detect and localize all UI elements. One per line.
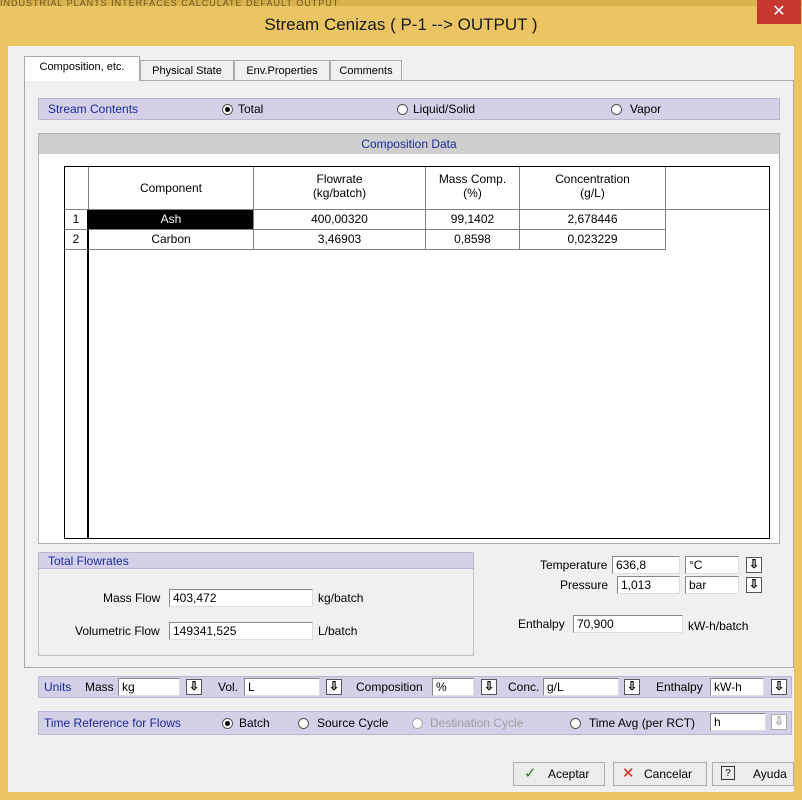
time-unit-select[interactable]: h: [710, 713, 766, 731]
table-cell-concentration[interactable]: 0,023229: [520, 230, 666, 250]
tab-comments[interactable]: Comments: [330, 60, 402, 80]
table-cell-component[interactable]: Carbon: [89, 230, 254, 250]
composition-header: Composition Data: [39, 134, 779, 154]
check-icon: ✓: [524, 765, 537, 782]
units-mass-label: Mass: [85, 680, 114, 694]
ok-button-label: Aceptar: [548, 767, 590, 781]
col-concentration[interactable]: Concentration (g/L): [520, 167, 666, 210]
temperature-field[interactable]: 636,8: [612, 556, 680, 574]
radio-total-label: Total: [238, 102, 264, 116]
help-button-label: Ayuda: [753, 767, 787, 781]
units-label: Units: [44, 680, 72, 694]
mass-flow-field[interactable]: 403,472: [169, 589, 313, 607]
radio-vapor[interactable]: [611, 104, 622, 115]
tab-physical-state[interactable]: Physical State: [140, 60, 234, 80]
close-icon: ✕: [772, 3, 786, 20]
enthalpy-unit: kW-h/batch: [688, 619, 749, 633]
composition-table[interactable]: Component Flowrate (kg/batch) Mass Comp.(…: [64, 166, 770, 539]
radio-vapor-label: Vapor: [630, 102, 662, 116]
enthalpy-field[interactable]: 70,900: [573, 615, 683, 633]
pressure-label: Pressure: [560, 578, 609, 592]
units-vol-select[interactable]: L: [244, 678, 320, 696]
ok-button[interactable]: ✓ Aceptar: [513, 762, 605, 786]
dropdown-arrow-icon[interactable]: ⇩: [186, 679, 202, 695]
tab-composition[interactable]: Composition, etc.: [24, 56, 140, 81]
col-mass-comp-label: Mass Comp.: [438, 172, 507, 186]
table-cell-mass-comp[interactable]: 99,1402: [426, 210, 520, 230]
col-concentration-unit: (g/L): [580, 186, 605, 200]
dropdown-arrow-icon[interactable]: ⇩: [481, 679, 497, 695]
vol-flow-field[interactable]: 149341,525: [169, 622, 313, 640]
dropdown-arrow-icon[interactable]: ⇩: [771, 679, 787, 695]
stream-contents-bar: [38, 98, 780, 120]
cancel-button-label: Cancelar: [644, 767, 693, 781]
radio-batch[interactable]: [222, 718, 233, 729]
stream-contents-label: Stream Contents: [48, 102, 139, 116]
row-number[interactable]: 2: [65, 230, 89, 250]
table-cell-concentration[interactable]: 2,678446: [520, 210, 666, 230]
dropdown-arrow-icon[interactable]: ⇩: [624, 679, 640, 695]
dropdown-arrow-icon: ⇩: [771, 714, 787, 730]
table-cell-mass-comp[interactable]: 0,8598: [426, 230, 520, 250]
units-conc-select[interactable]: g/L: [543, 678, 619, 696]
radio-batch-label: Batch: [239, 716, 270, 730]
cancel-button[interactable]: ✕ Cancelar: [613, 762, 707, 786]
units-enthalpy-select[interactable]: kW-h: [710, 678, 764, 696]
col-component[interactable]: Component: [89, 167, 254, 210]
row-number[interactable]: 1: [65, 210, 89, 230]
row-header-divider: [87, 250, 89, 538]
dropdown-arrow-icon[interactable]: ⇩: [746, 577, 762, 593]
x-icon: ✕: [622, 765, 635, 782]
col-mass-comp[interactable]: Mass Comp. (%): [426, 167, 520, 210]
window-title: Stream Cenizas ( P-1 --> OUTPUT ): [264, 15, 538, 34]
table-cell-component-selected[interactable]: Ash: [89, 210, 254, 230]
radio-liquid-solid[interactable]: [397, 104, 408, 115]
pressure-unit-select[interactable]: bar: [685, 576, 739, 594]
enthalpy-label: Enthalpy: [518, 617, 565, 631]
col-mass-comp-unit: (%): [463, 186, 482, 200]
radio-time-avg[interactable]: [570, 718, 581, 729]
table-cell-flowrate[interactable]: 400,00320: [254, 210, 426, 230]
col-concentration-label: Concentration: [555, 172, 630, 186]
units-composition-label: Composition: [356, 680, 423, 694]
radio-source-cycle[interactable]: [298, 718, 309, 729]
col-flowrate-unit: (kg/batch): [312, 186, 367, 200]
radio-source-cycle-label: Source Cycle: [317, 716, 389, 730]
temperature-unit-select[interactable]: °C: [685, 556, 739, 574]
tab-env-properties[interactable]: Env.Properties: [234, 60, 330, 80]
time-reference-label: Time Reference for Flows: [44, 716, 181, 730]
temperature-label: Temperature: [540, 558, 608, 572]
dropdown-arrow-icon[interactable]: ⇩: [326, 679, 342, 695]
col-flowrate-label: Flowrate: [316, 172, 363, 186]
col-component-label: Component: [139, 181, 203, 195]
vol-flow-label: Volumetric Flow: [75, 624, 160, 638]
units-conc-label: Conc.: [508, 680, 540, 694]
mass-flow-unit: kg/batch: [318, 591, 364, 605]
units-enthalpy-label: Enthalpy: [656, 680, 703, 694]
vol-flow-unit: L/batch: [318, 624, 358, 638]
col-empty: [666, 167, 769, 210]
table-cell-flowrate[interactable]: 3,46903: [254, 230, 426, 250]
radio-destination-cycle: [412, 718, 423, 729]
radio-liquid-solid-label: Liquid/Solid: [413, 102, 476, 116]
total-flowrates-label: Total Flowrates: [48, 554, 129, 568]
pressure-field[interactable]: 1,013: [617, 576, 680, 594]
radio-time-avg-label: Time Avg (per RCT): [589, 716, 696, 730]
help-icon: ?: [721, 766, 735, 780]
dropdown-arrow-icon[interactable]: ⇩: [746, 557, 762, 573]
radio-total[interactable]: [222, 104, 233, 115]
close-button[interactable]: ✕: [757, 0, 801, 24]
table-corner: [65, 167, 89, 210]
units-mass-select[interactable]: kg: [118, 678, 180, 696]
mass-flow-label: Mass Flow: [103, 591, 161, 605]
help-button[interactable]: ? Ayuda: [712, 762, 794, 786]
units-composition-select[interactable]: %: [432, 678, 474, 696]
radio-destination-cycle-label: Destination Cycle: [430, 716, 524, 730]
col-flowrate[interactable]: Flowrate (kg/batch): [254, 167, 426, 210]
units-vol-label: Vol.: [218, 680, 239, 694]
background-window-strip: INDUSTRIAL PLANTS INTERFACES CALCULATE D…: [0, 0, 802, 6]
